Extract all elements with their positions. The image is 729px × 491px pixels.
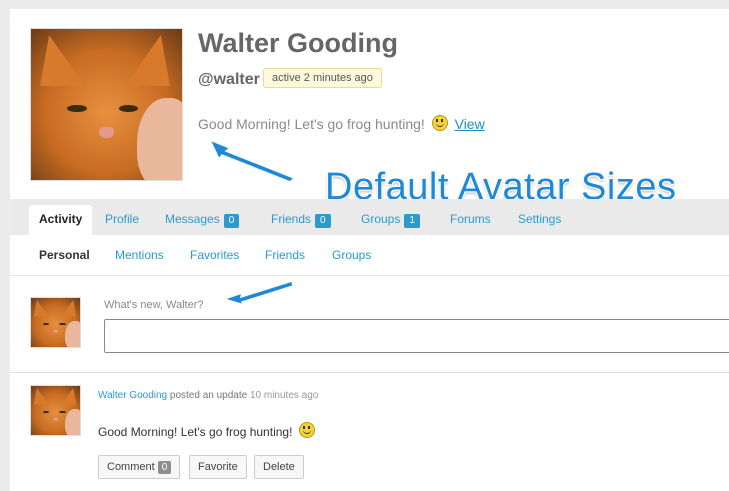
avatar-large[interactable] — [30, 28, 183, 181]
tab-activity[interactable]: Activity — [29, 205, 93, 235]
favorite-button[interactable]: Favorite — [189, 455, 247, 479]
cat-avatar-image — [31, 29, 182, 180]
activity-action: posted an update — [169, 390, 248, 401]
subnav-personal[interactable]: Personal — [39, 248, 90, 262]
view-link[interactable]: View — [455, 116, 485, 132]
profile-name: Walter Gooding — [198, 28, 398, 58]
status-line: Good Morning! Let's go frog hunting! Vie… — [198, 115, 485, 132]
tab-groups[interactable]: Groups 1 — [361, 199, 420, 235]
subnav-friends[interactable]: Friends — [265, 248, 305, 262]
subnav-groups[interactable]: Groups — [332, 248, 371, 262]
activity-text: Good Morning! Let's go frog hunting! — [98, 422, 315, 439]
status-text: Good Morning! Let's go frog hunting! — [198, 116, 425, 132]
tab-label: Settings — [518, 212, 562, 226]
profile-tabs: Activity Profile Messages 0 Friends 0 Grou… — [10, 199, 729, 235]
messages-count: 0 — [223, 214, 240, 228]
tab-messages[interactable]: Messages 0 — [165, 199, 240, 235]
comment-label: Comment — [107, 461, 155, 473]
activity-subnav: Personal Mentions Favorites Friends Grou… — [10, 235, 729, 276]
tab-friends[interactable]: Friends 0 — [271, 199, 331, 235]
friends-count: 0 — [315, 214, 331, 228]
comment-button[interactable]: Comment 0 — [98, 455, 181, 479]
activity-meta: Walter Gooding posted an update 10 minut… — [98, 390, 318, 401]
profile-handle: @walter — [198, 71, 260, 88]
activity-author-link[interactable]: Walter Gooding — [98, 390, 167, 401]
avatar-activity-item[interactable] — [30, 385, 81, 436]
arrow-annotation-icon — [208, 138, 296, 183]
avatar-post-form[interactable] — [30, 297, 81, 348]
divider — [10, 372, 729, 373]
comment-count: 0 — [157, 461, 172, 474]
smiley-icon — [431, 115, 448, 131]
tab-forums[interactable]: Forums — [450, 199, 491, 235]
tab-label: Forums — [450, 212, 491, 226]
groups-count: 1 — [404, 214, 420, 228]
activity-badge: active 2 minutes ago — [263, 68, 382, 88]
tab-label: Groups — [361, 212, 401, 226]
tab-label: Profile — [105, 212, 140, 226]
post-prompt: What's new, Walter? — [104, 299, 204, 311]
subnav-favorites[interactable]: Favorites — [190, 248, 239, 262]
tab-label: Friends — [271, 212, 312, 226]
delete-button[interactable]: Delete — [254, 455, 304, 479]
cat-avatar-image — [31, 298, 80, 347]
tab-label: Activity — [39, 212, 83, 226]
arrow-annotation-icon — [221, 280, 294, 307]
tab-settings[interactable]: Settings — [518, 199, 561, 235]
whats-new-input[interactable] — [104, 319, 729, 353]
tab-label: Messages — [165, 212, 220, 226]
activity-time[interactable]: 10 minutes ago — [250, 390, 318, 401]
subnav-mentions[interactable]: Mentions — [115, 248, 164, 262]
tab-profile[interactable]: Profile — [105, 199, 139, 235]
cat-avatar-image — [31, 386, 80, 435]
activity-text-content: Good Morning! Let's go frog hunting! — [98, 425, 293, 439]
smiley-icon — [298, 422, 315, 438]
profile-page: Walter Gooding @walter active 2 minutes … — [10, 9, 729, 491]
